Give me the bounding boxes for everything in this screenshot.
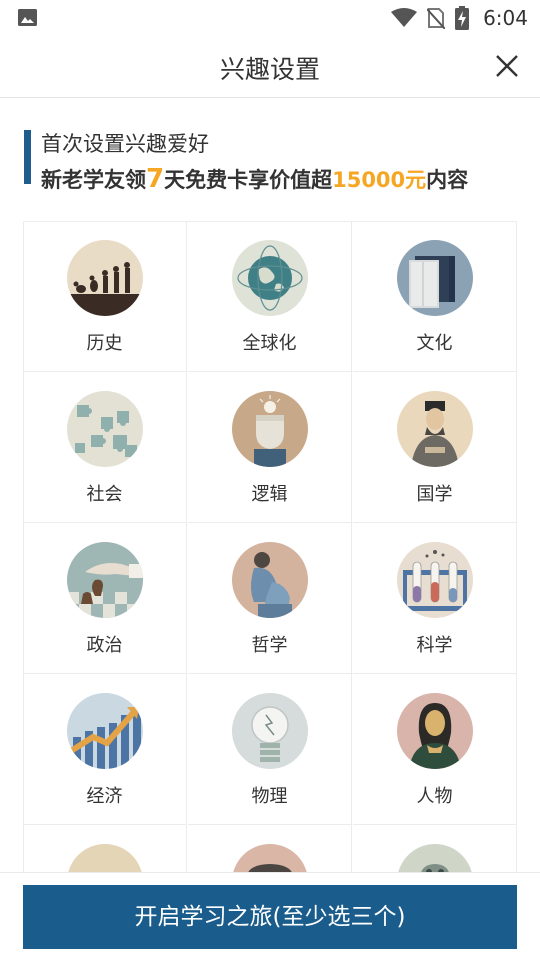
page-title: 兴趣设置: [219, 55, 320, 84]
test-tubes-icon: [397, 542, 473, 618]
header: 兴趣设置: [0, 36, 540, 98]
topic-society[interactable]: 社会: [23, 372, 187, 523]
topic-label: 经济: [86, 786, 123, 807]
topic-label: 国学: [416, 484, 453, 505]
topic-philosophy[interactable]: 哲学: [188, 523, 352, 674]
topic-history[interactable]: 历史: [23, 221, 187, 372]
light-bulb-icon: [232, 693, 308, 769]
promo-days: 7: [146, 164, 165, 194]
close-icon[interactable]: [494, 53, 520, 79]
topic-sinology[interactable]: 国学: [353, 372, 517, 523]
wifi-icon: [391, 8, 418, 27]
mona-lisa-icon: [397, 693, 473, 769]
scholar-portrait-icon: [397, 391, 473, 467]
topic-economics[interactable]: 经济: [23, 674, 187, 825]
promo-text: 内容: [426, 168, 469, 192]
topic-label: 哲学: [251, 635, 288, 656]
promo-text: 新老学友领: [41, 168, 146, 192]
rising-chart-icon: [67, 693, 143, 769]
topic-culture[interactable]: 文化: [353, 221, 517, 372]
topic-science[interactable]: 科学: [353, 523, 517, 674]
topic-label: 科学: [416, 635, 453, 656]
topic-politics[interactable]: 政治: [23, 523, 187, 674]
topic-partial[interactable]: [23, 825, 187, 872]
book-icon: [397, 240, 473, 316]
start-learning-button[interactable]: 开启学习之旅(至少选三个): [23, 885, 517, 949]
bottom-bar: 开启学习之旅(至少选三个): [0, 872, 540, 961]
battery-charging-icon: [455, 6, 470, 30]
promo-title: 首次设置兴趣爱好: [41, 132, 209, 156]
evolution-icon: [67, 240, 143, 316]
robot-icon: [397, 844, 473, 872]
topic-people[interactable]: 人物: [353, 674, 517, 825]
topic-label: 逻辑: [251, 484, 288, 505]
topic-logic[interactable]: 逻辑: [188, 372, 352, 523]
partial-topic-icon: [67, 844, 143, 872]
topic-label: 物理: [251, 786, 288, 807]
topic-label: 文化: [416, 333, 453, 354]
globe-icon: [232, 240, 308, 316]
no-sim-icon: [427, 8, 446, 29]
topic-grid: 历史 全球化 文化 社会 逻辑 国学 政治 哲学 科学 经济 物理 人物: [23, 221, 517, 872]
topic-partial[interactable]: [188, 825, 352, 872]
promo-amount: 15000元: [332, 168, 427, 192]
thinker-icon: [232, 542, 308, 618]
promo-text: 天免费卡享价值超: [164, 168, 333, 192]
topic-physics[interactable]: 物理: [188, 674, 352, 825]
topic-label: 人物: [416, 786, 453, 807]
topic-globalization[interactable]: 全球化: [188, 221, 352, 372]
topic-partial[interactable]: [353, 825, 517, 872]
status-time: 6:04: [483, 6, 528, 30]
promo-offer: 新老学友领7天免费卡享价值超15000元内容: [41, 164, 468, 194]
promo-accent-bar: [24, 130, 31, 184]
thinking-head-icon: [232, 391, 308, 467]
topic-label: 社会: [86, 484, 123, 505]
puzzle-icon: [67, 391, 143, 467]
topic-label: 全球化: [242, 333, 297, 354]
status-bar: 6:04: [0, 0, 540, 36]
chess-hand-icon: [67, 542, 143, 618]
image-icon: [18, 9, 37, 26]
partial-topic-icon: [232, 844, 308, 872]
topic-label: 历史: [86, 333, 123, 354]
topic-label: 政治: [86, 635, 123, 656]
